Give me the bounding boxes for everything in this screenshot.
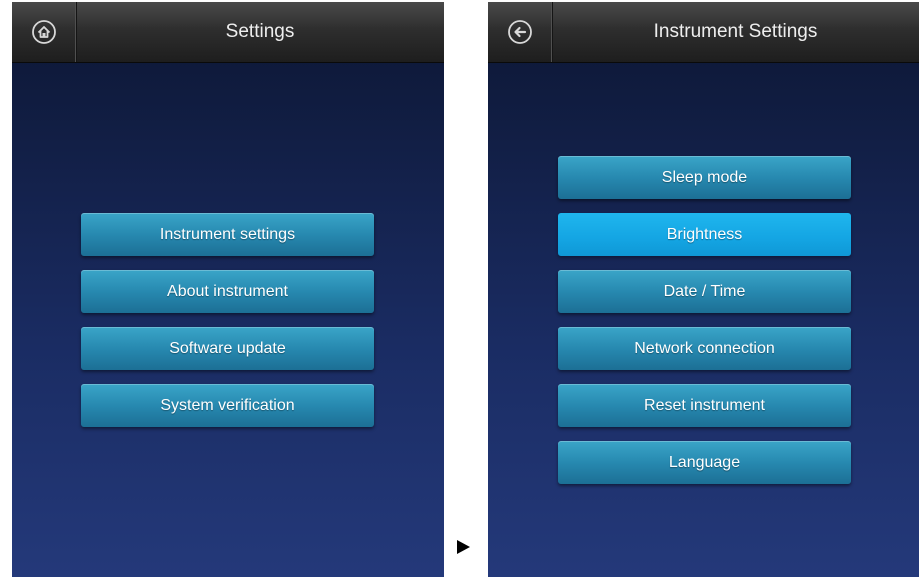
page-title: Instrument Settings bbox=[653, 21, 818, 42]
back-arrow-icon bbox=[507, 19, 533, 45]
system-verification-button[interactable]: System verification bbox=[81, 384, 374, 427]
network-connection-button[interactable]: Network connection bbox=[558, 327, 851, 370]
reset-instrument-button[interactable]: Reset instrument bbox=[558, 384, 851, 427]
instrument-settings-screen: Instrument Settings Sleep mode Brightnes… bbox=[488, 2, 919, 577]
sleep-mode-button[interactable]: Sleep mode bbox=[558, 156, 851, 199]
page: Settings Instrument settings About instr… bbox=[0, 0, 919, 577]
settings-screen: Settings Instrument settings About instr… bbox=[12, 2, 444, 577]
home-button[interactable] bbox=[12, 2, 77, 62]
right-triangle-arrow-icon bbox=[457, 540, 470, 554]
date-time-button[interactable]: Date / Time bbox=[558, 270, 851, 313]
software-update-button[interactable]: Software update bbox=[81, 327, 374, 370]
instrument-settings-button[interactable]: Instrument settings bbox=[81, 213, 374, 256]
language-button[interactable]: Language bbox=[558, 441, 851, 484]
about-instrument-button[interactable]: About instrument bbox=[81, 270, 374, 313]
title-bar: Settings bbox=[12, 2, 444, 63]
title-bar: Instrument Settings bbox=[488, 2, 919, 63]
page-title: Settings bbox=[225, 21, 295, 42]
home-icon bbox=[31, 19, 57, 45]
brightness-button[interactable]: Brightness bbox=[558, 213, 851, 256]
back-button[interactable] bbox=[488, 2, 553, 62]
